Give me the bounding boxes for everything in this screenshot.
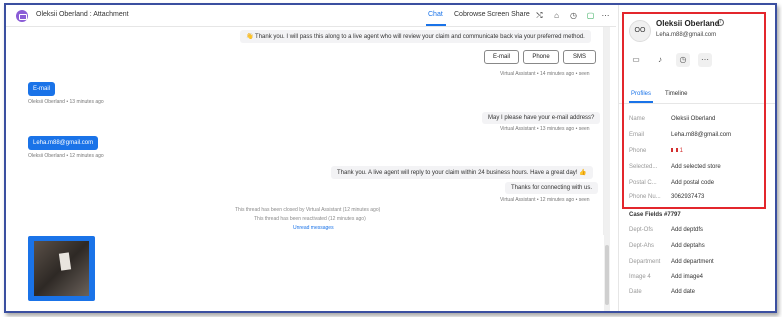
tab-screen-share[interactable]: Screen Share [487,11,530,18]
conversation-title: Oleksii Oberland : Attachment [36,11,129,18]
user-bubble: E-mail [28,82,56,96]
field-label: Image 4 [629,274,651,280]
option-email-button[interactable]: E-mail [484,50,519,64]
field-label: Dept-Ofs [629,227,654,233]
field-value[interactable]: Add department [671,259,714,265]
profile-highlight-box [622,12,766,209]
message-meta: Virtual Assistant • 13 minutes ago • see… [500,126,590,132]
transfer-icon[interactable]: ⤭ [535,11,544,20]
message-bubble: Thank you. A live agent will reply to yo… [331,166,593,179]
message-bubble: May I please have your e-mail address? [482,112,601,124]
message-bubble: 👋 Thank you. I will pass this along to a… [240,30,591,43]
user-meta: Oleksii Oberland • 13 minutes ago [28,99,104,105]
conversation-header: Oleksii Oberland : Attachment Chat Cobro… [6,5,616,27]
case-fields-title: Case Fields #7797 [629,212,681,218]
tab-chat[interactable]: Chat [428,11,443,18]
field-label: Department [629,259,661,265]
attachment-thumbnail[interactable] [28,236,95,301]
scrollbar-thumb[interactable] [605,245,609,305]
active-tab-indicator [426,24,446,26]
option-sms-button[interactable]: SMS [563,50,596,64]
field-label: Date [629,289,642,295]
message-meta: Virtual Assistant • 14 minutes ago • see… [500,71,590,77]
tag-icon[interactable]: ⌂ [552,11,561,20]
field-value[interactable]: Add image4 [671,274,703,280]
unread-messages-link[interactable]: Unread messages [293,225,334,231]
chat-channel-icon [16,10,28,22]
message-bubble: Thanks for connecting with us. [505,182,599,194]
tab-cobrowse[interactable]: Cobrowse [454,11,486,18]
user-bubble: Leha.m88@gmail.com [28,136,99,150]
user-meta: Oleksii Oberland • 12 minutes ago [28,153,104,159]
field-value[interactable]: Add deptahs [671,243,705,249]
receipt-image [58,252,72,271]
message-meta: Virtual Assistant • 12 minutes ago • see… [500,197,590,203]
system-note: This thread has been closed by Virtual A… [235,207,381,213]
field-value[interactable]: Add deptdfs [671,227,703,233]
message-icon[interactable]: ▢ [586,11,595,20]
clock-icon[interactable]: ◷ [569,11,578,20]
field-label: Dept-Ahs [629,243,655,249]
app-window: Oleksii Oberland : Attachment Chat Cobro… [4,3,777,313]
conversation-pane: Oleksii Oberland : Attachment Chat Cobro… [6,5,616,311]
field-value[interactable]: Add date [671,289,695,295]
attachment-image [34,241,89,296]
option-phone-button[interactable]: Phone [523,50,559,64]
more-options-icon[interactable]: ⋯ [601,11,610,20]
system-note: This thread has been reactivated (12 min… [254,216,366,222]
